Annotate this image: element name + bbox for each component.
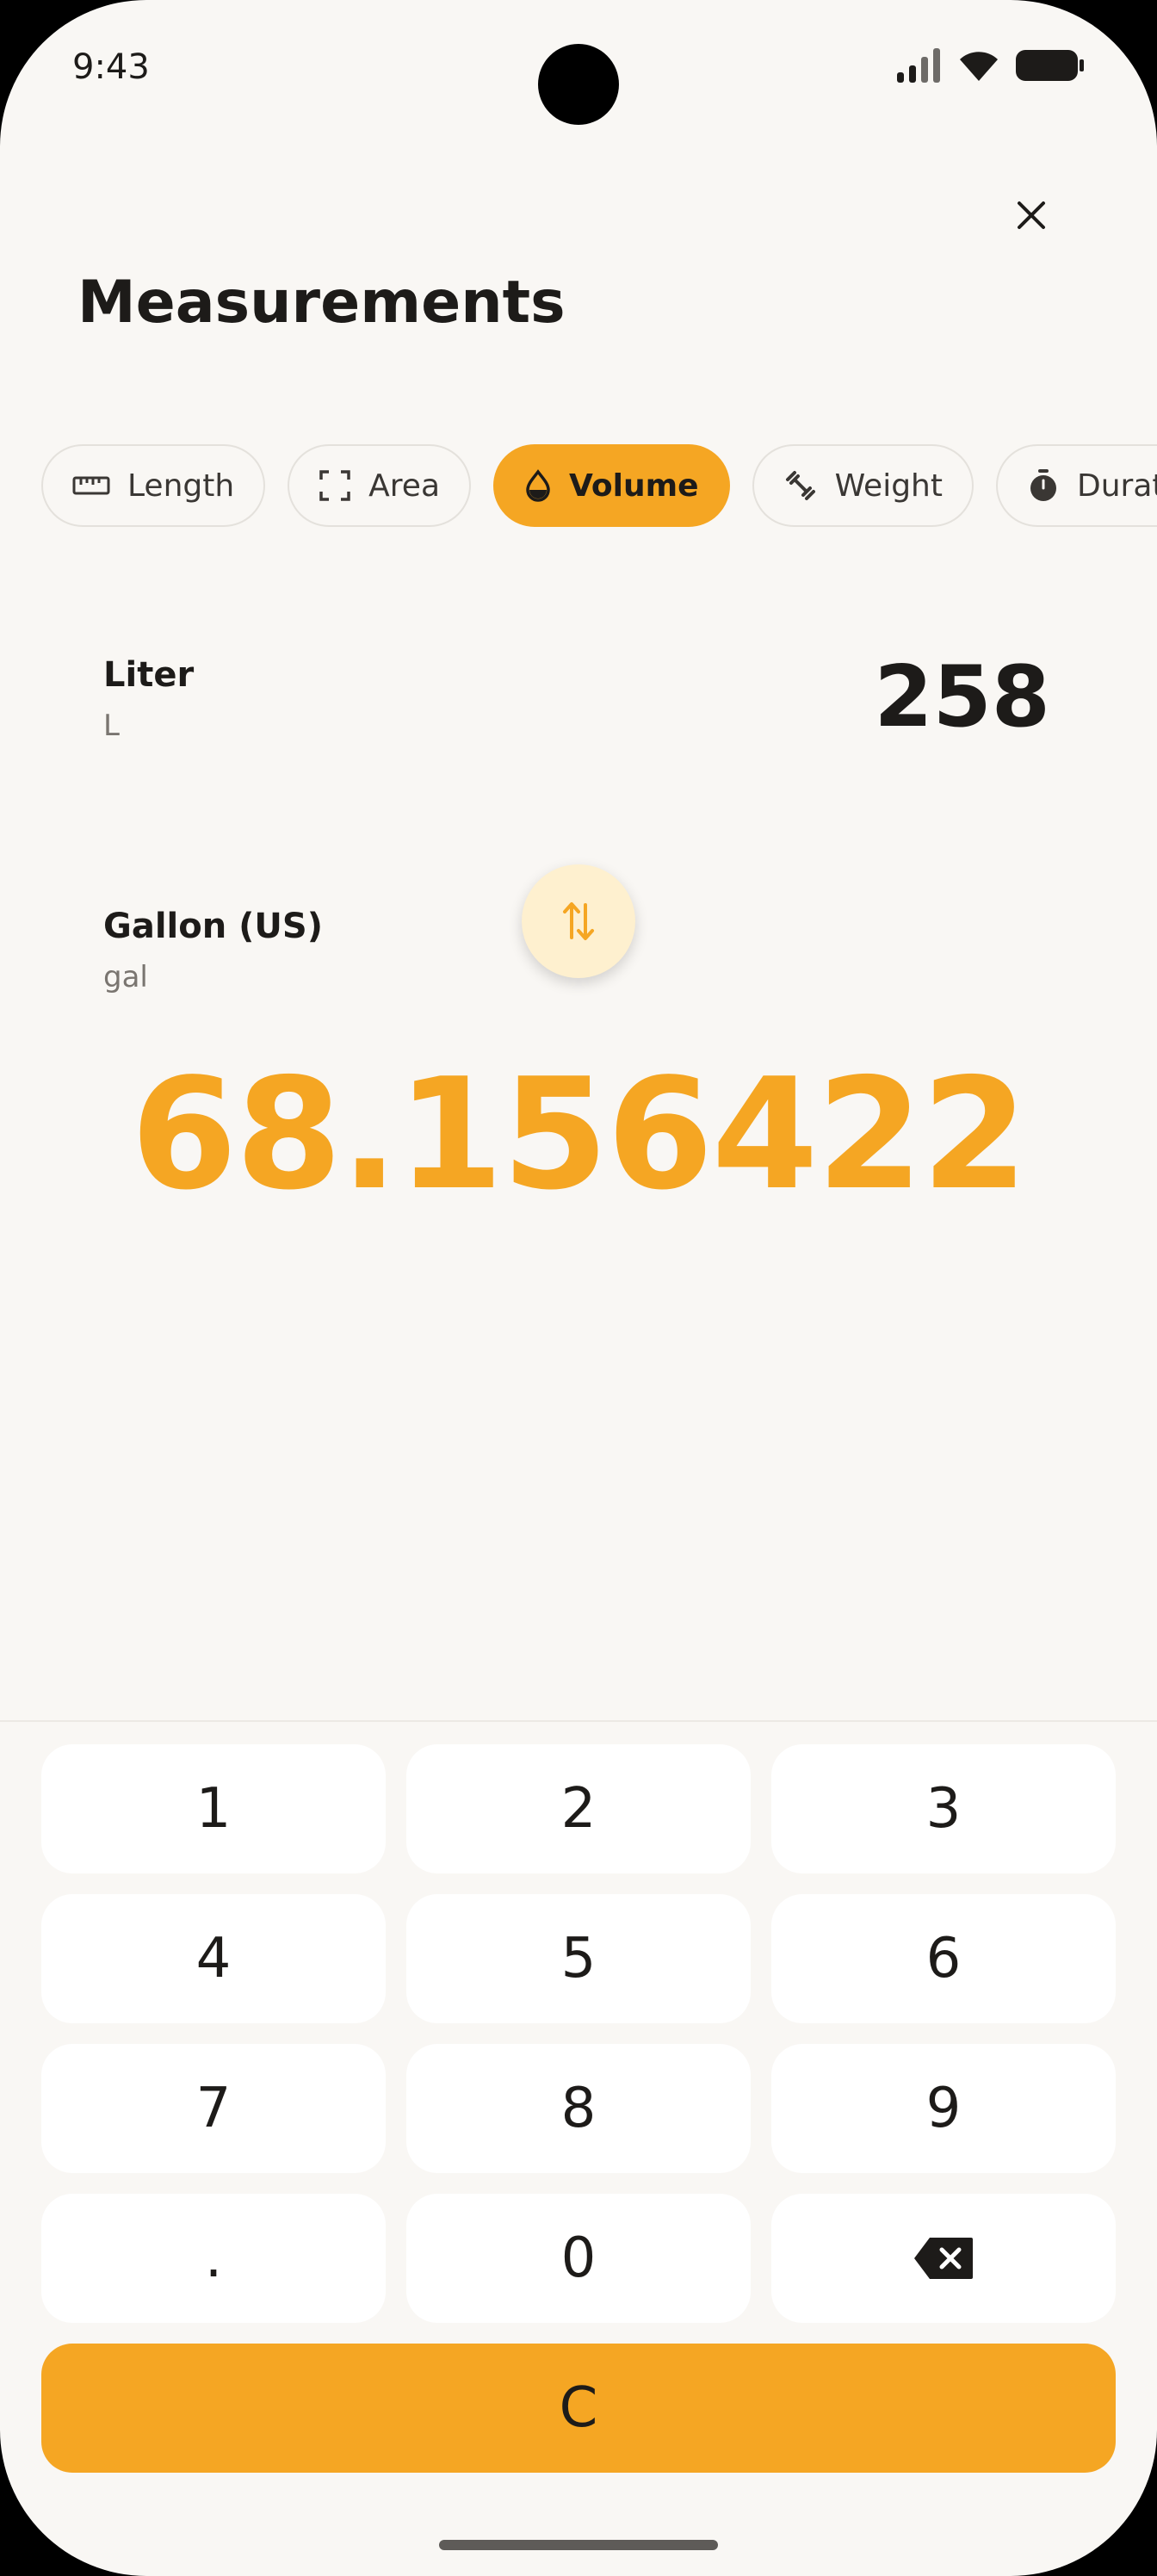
chip-weight[interactable]: Weight: [752, 444, 974, 527]
signal-icon: [897, 48, 940, 83]
ruler-icon: [72, 476, 110, 495]
stopwatch-icon: [1030, 469, 1056, 501]
battery-icon: [1016, 50, 1084, 81]
result-value: 68.156422: [130, 1045, 1028, 1223]
area-icon: [319, 470, 350, 501]
chip-duration[interactable]: Duration: [995, 444, 1157, 527]
chip-label: Duration: [1076, 468, 1157, 504]
page-title: Measurements: [77, 269, 566, 337]
key-7[interactable]: 7: [41, 2044, 386, 2173]
key-2[interactable]: 2: [406, 1744, 751, 1873]
status-icons: [897, 48, 1085, 83]
key-4[interactable]: 4: [41, 1894, 386, 2023]
chip-label: Weight: [834, 468, 943, 504]
key-backspace[interactable]: [771, 2194, 1116, 2323]
key-5[interactable]: 5: [406, 1894, 751, 2023]
chip-length[interactable]: Length: [41, 444, 266, 527]
home-indicator[interactable]: [439, 2540, 718, 2550]
close-button[interactable]: [1009, 193, 1054, 238]
category-chips: Length Area Volume Weight Dura: [41, 444, 1157, 527]
close-icon: [1018, 201, 1045, 229]
from-unit-name[interactable]: Liter: [103, 654, 194, 696]
key-6[interactable]: 6: [771, 1894, 1116, 2023]
key-9[interactable]: 9: [771, 2044, 1116, 2173]
chip-label: Length: [127, 468, 235, 504]
camera-cutout: [538, 44, 619, 125]
chip-volume[interactable]: Volume: [493, 444, 730, 527]
from-value[interactable]: 258: [874, 646, 1050, 749]
clear-button[interactable]: C: [41, 2344, 1116, 2473]
keypad: 1 2 3 4 5 6 7 8 9 . 0: [41, 1744, 1116, 2323]
drop-icon: [526, 469, 550, 502]
phone-screen: 9:43 Measurements Length Area Volume Wei…: [0, 0, 1157, 2576]
status-time: 9:43: [72, 47, 150, 87]
swap-vertical-icon: [563, 902, 594, 940]
dumbbell-icon: [785, 471, 815, 500]
chip-label: Area: [368, 468, 441, 504]
key-decimal[interactable]: .: [41, 2194, 386, 2323]
key-1[interactable]: 1: [41, 1744, 386, 1873]
key-8[interactable]: 8: [406, 2044, 751, 2173]
swap-units-button[interactable]: [522, 864, 635, 978]
to-unit-name[interactable]: Gallon (US): [103, 906, 323, 947]
backspace-icon: [914, 2238, 973, 2279]
wifi-icon: [960, 52, 998, 81]
chip-label: Volume: [569, 468, 699, 504]
keypad-divider: [0, 1720, 1157, 1722]
key-3[interactable]: 3: [771, 1744, 1116, 1873]
key-0[interactable]: 0: [406, 2194, 751, 2323]
to-unit-abbr: gal: [103, 960, 148, 994]
from-unit-abbr: L: [103, 709, 120, 743]
chip-area[interactable]: Area: [288, 444, 472, 527]
